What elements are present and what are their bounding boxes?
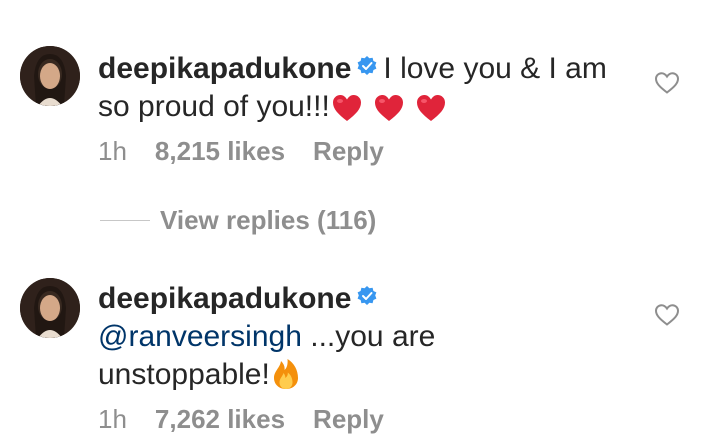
red-heart-emoji [332,94,362,132]
view-replies-button[interactable]: View replies (116) [100,205,376,235]
comment-time: 1h [98,136,127,166]
avatar-image [20,278,80,338]
avatar[interactable] [20,46,80,106]
comment-meta: 1h 8,215 likes Reply [98,136,412,166]
view-replies-label: View replies (116) [160,205,377,235]
divider-line [100,220,150,221]
red-heart-emoji [416,94,446,132]
comment-meta: 1h 7,262 likes Reply [98,404,412,434]
fire-emoji [272,358,300,400]
likes-count[interactable]: 8,215 likes [155,136,285,166]
red-heart-emoji [374,94,404,132]
avatar[interactable] [20,278,80,338]
verified-badge-icon [358,286,377,305]
reply-button[interactable]: Reply [313,404,384,434]
username[interactable]: deepikapadukone [98,282,351,315]
likes-count[interactable]: 7,262 likes [155,404,285,434]
verified-badge-icon [358,56,377,75]
comment-body: deepikapadukone @ranveersingh ...you are… [98,280,498,400]
heart-outline-icon[interactable] [654,303,680,327]
comment-body: deepikapadukone I love you & I am so pro… [98,50,618,132]
mention-link[interactable]: @ranveersingh [98,320,302,353]
heart-outline-icon[interactable] [654,71,680,95]
avatar-image [20,46,80,106]
reply-button[interactable]: Reply [313,136,384,166]
username[interactable]: deepikapadukone [98,52,351,85]
comment-time: 1h [98,404,127,434]
